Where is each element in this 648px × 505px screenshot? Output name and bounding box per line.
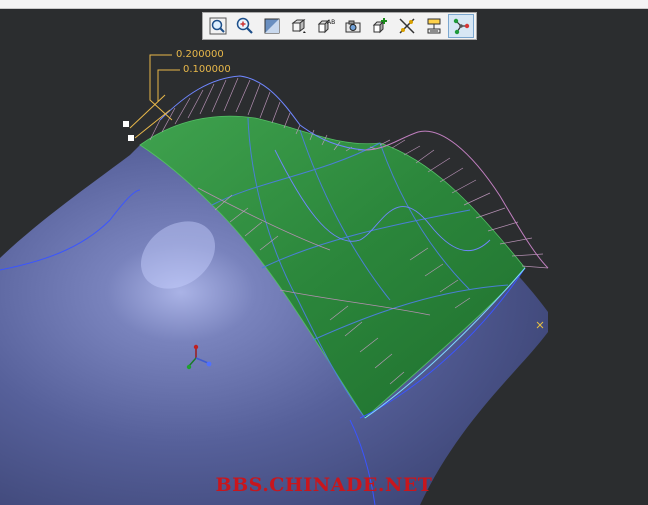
analysis-button[interactable] bbox=[421, 14, 447, 38]
view-cube-button[interactable] bbox=[286, 14, 312, 38]
zoom-in-button[interactable] bbox=[232, 14, 258, 38]
dimension-handle[interactable] bbox=[128, 135, 134, 141]
mirror-icon bbox=[399, 18, 415, 34]
zoom-in-icon bbox=[236, 17, 253, 34]
shading-icon bbox=[264, 18, 280, 34]
dimension-leader[interactable] bbox=[129, 54, 180, 139]
shading-button[interactable] bbox=[259, 14, 285, 38]
dimension-label-upper: 0.200000 bbox=[176, 49, 224, 60]
view-toolbar: AB bbox=[202, 12, 477, 40]
fit-all-button[interactable] bbox=[205, 14, 231, 38]
fit-all-icon bbox=[209, 17, 227, 35]
insert-button[interactable] bbox=[367, 14, 393, 38]
analysis-icon bbox=[427, 18, 441, 34]
camera-icon bbox=[345, 20, 361, 33]
text-view-icon: AB bbox=[317, 19, 335, 34]
text-view-button[interactable]: AB bbox=[313, 14, 339, 38]
dimension-handle[interactable] bbox=[123, 121, 129, 127]
node-connect-button[interactable] bbox=[448, 14, 474, 38]
3d-viewport[interactable] bbox=[0, 0, 648, 505]
view-cube-icon bbox=[291, 19, 306, 33]
capture-button[interactable] bbox=[340, 14, 366, 38]
mirror-button[interactable] bbox=[394, 14, 420, 38]
watermark-text: BBS.CHINADE.NET bbox=[215, 474, 433, 496]
svg-text:AB: AB bbox=[327, 19, 335, 26]
node-connect-icon bbox=[453, 18, 470, 35]
dimension-label-lower: 0.100000 bbox=[183, 64, 231, 75]
insert-icon bbox=[372, 18, 387, 34]
